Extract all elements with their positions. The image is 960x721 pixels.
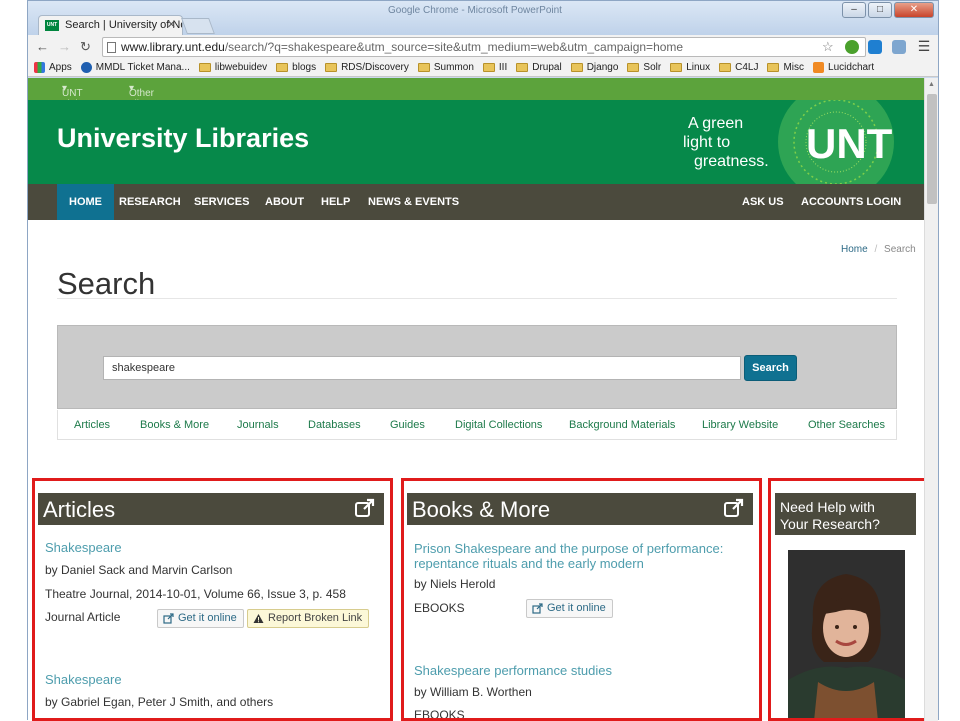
site-title[interactable]: University Libraries bbox=[57, 123, 309, 154]
search-panel: Search bbox=[57, 325, 897, 409]
reload-icon[interactable]: ↻ bbox=[80, 39, 91, 55]
page-icon bbox=[107, 42, 116, 53]
tab-articles[interactable]: Articles bbox=[74, 419, 110, 431]
folder-icon bbox=[276, 63, 289, 72]
apps-icon bbox=[34, 62, 45, 73]
bookmark-misc[interactable]: Misc bbox=[767, 62, 804, 73]
bookmark-django[interactable]: Django bbox=[570, 62, 618, 73]
bookmark-lucidchart[interactable]: Lucidchart bbox=[813, 62, 874, 73]
tab-books-more[interactable]: Books & More bbox=[140, 419, 209, 431]
lucidchart-icon bbox=[813, 62, 825, 73]
slogan-line-3: greatness. bbox=[694, 153, 769, 170]
unt-favicon-icon: UNT bbox=[45, 20, 59, 31]
folder-icon bbox=[670, 63, 683, 72]
minimize-button[interactable]: – bbox=[842, 2, 866, 18]
bookmark-summon[interactable]: Summon bbox=[417, 62, 474, 73]
url-domain: www.library.unt.edu bbox=[121, 40, 225, 54]
nav-services[interactable]: SERVICES bbox=[182, 184, 261, 220]
back-icon[interactable]: ← bbox=[36, 39, 49, 54]
folder-icon bbox=[767, 63, 780, 72]
bookmark-linux[interactable]: Linux bbox=[670, 62, 710, 73]
tab-library-website[interactable]: Library Website bbox=[702, 419, 778, 431]
tab-journals[interactable]: Journals bbox=[237, 419, 279, 431]
title-divider bbox=[57, 298, 897, 299]
window-title: Google Chrome - Microsoft PowerPoint bbox=[388, 5, 562, 16]
browser-window: UNT Search | University of North ✕ Googl… bbox=[27, 0, 939, 721]
search-button[interactable]: Search bbox=[744, 355, 797, 381]
breadcrumb-current: Search bbox=[884, 244, 916, 255]
tab-digital-collections[interactable]: Digital Collections bbox=[455, 419, 542, 431]
title-bar: UNT Search | University of North ✕ Googl… bbox=[28, 1, 938, 35]
folder-icon bbox=[417, 63, 430, 72]
folder-icon bbox=[570, 63, 583, 72]
menu-icon[interactable]: ☰ bbox=[916, 38, 932, 54]
bookmarks-bar: Apps MMDL Ticket Mana... libwebuidev blo… bbox=[28, 59, 938, 77]
unt-slogan-logo: A green light to greatness. UNT bbox=[683, 100, 894, 184]
other-sites-dropdown[interactable]: Other Library Sites ▾ bbox=[129, 83, 160, 121]
utility-strip: UNT Links ▾ Other Library Sites ▾ bbox=[28, 78, 924, 121]
slogan-line-2: light to bbox=[683, 134, 730, 151]
bookmark-solr[interactable]: Solr bbox=[627, 62, 661, 73]
address-bar[interactable]: www.library.unt.edu/search/?q=shakespear… bbox=[102, 37, 866, 57]
folder-icon bbox=[325, 63, 338, 72]
tab-databases[interactable]: Databases bbox=[308, 419, 361, 431]
breadcrumb-home[interactable]: Home bbox=[841, 244, 868, 255]
tab-guides[interactable]: Guides bbox=[390, 419, 425, 431]
forward-icon[interactable]: → bbox=[58, 39, 71, 54]
tab-title: Search | University of North bbox=[65, 19, 182, 31]
slogan-line-1: A green bbox=[688, 115, 743, 132]
web-page: UNT Links ▾ Other Library Sites ▾ Univer… bbox=[28, 78, 924, 721]
bookmark-rds[interactable]: RDS/Discovery bbox=[325, 62, 409, 73]
browser-toolbar: ← → ↻ www.library.unt.edu/search/?q=shak… bbox=[28, 35, 938, 59]
nav-news-events[interactable]: NEWS & EVENTS bbox=[356, 184, 471, 220]
bookmark-drupal[interactable]: Drupal bbox=[516, 62, 562, 73]
page-title: Search bbox=[57, 266, 156, 301]
nav-home[interactable]: HOME bbox=[57, 184, 114, 220]
nav-help[interactable]: HELP bbox=[309, 184, 362, 220]
close-tab-icon[interactable]: ✕ bbox=[167, 18, 176, 31]
browser-tab[interactable]: UNT Search | University of North ✕ bbox=[38, 15, 183, 35]
extension-blue-icon[interactable] bbox=[868, 40, 882, 54]
unt-links-dropdown[interactable]: UNT Links ▾ bbox=[62, 83, 85, 110]
nav-ask-us[interactable]: ASK US bbox=[730, 184, 796, 220]
close-window-button[interactable]: ✕ bbox=[894, 2, 934, 18]
help-highlight-box bbox=[768, 478, 924, 721]
books-highlight-box bbox=[401, 478, 762, 721]
scroll-up-icon[interactable]: ▲ bbox=[928, 81, 935, 88]
tab-background-materials[interactable]: Background Materials bbox=[569, 419, 675, 431]
folder-icon bbox=[482, 63, 495, 72]
search-input[interactable] bbox=[103, 356, 741, 380]
nav-accounts-login[interactable]: ACCOUNTS LOGIN bbox=[789, 184, 913, 220]
new-tab-button[interactable] bbox=[181, 18, 215, 34]
bookmark-c4lj[interactable]: C4LJ bbox=[719, 62, 758, 73]
extension-green-icon[interactable] bbox=[845, 40, 859, 54]
bookmark-mmdl[interactable]: MMDL Ticket Mana... bbox=[80, 62, 190, 73]
tab-other-searches[interactable]: Other Searches bbox=[808, 419, 885, 431]
window-controls: – □ ✕ bbox=[842, 2, 934, 18]
scroll-thumb[interactable] bbox=[927, 94, 937, 204]
bookmark-libwebuidev[interactable]: libwebuidev bbox=[198, 62, 267, 73]
search-scope-tabs: Articles Books & More Journals Databases… bbox=[57, 410, 897, 440]
url-path: /search/?q=shakespeare&utm_source=site&u… bbox=[224, 40, 684, 54]
nav-about[interactable]: ABOUT bbox=[253, 184, 316, 220]
maximize-button[interactable]: □ bbox=[868, 2, 892, 18]
breadcrumb-separator: / bbox=[874, 244, 878, 255]
globe-icon bbox=[80, 62, 92, 73]
main-nav: HOME RESEARCH SERVICES ABOUT HELP NEWS &… bbox=[28, 184, 924, 220]
site-banner: University Libraries A green light to gr… bbox=[28, 100, 924, 184]
bookmark-star-icon[interactable]: ☆ bbox=[822, 39, 834, 55]
folder-icon bbox=[198, 63, 211, 72]
bookmark-apps[interactable]: Apps bbox=[34, 62, 72, 73]
bookmark-iii[interactable]: III bbox=[482, 62, 507, 73]
folder-icon bbox=[719, 63, 732, 72]
breadcrumb: Home / Search bbox=[841, 244, 916, 255]
folder-icon bbox=[627, 63, 640, 72]
vertical-scrollbar[interactable]: ▲ bbox=[924, 78, 938, 721]
bookmark-blogs[interactable]: blogs bbox=[276, 62, 316, 73]
nav-research[interactable]: RESEARCH bbox=[107, 184, 193, 220]
articles-highlight-box bbox=[32, 478, 393, 721]
camera-icon[interactable] bbox=[892, 40, 906, 54]
folder-icon bbox=[516, 63, 529, 72]
unt-logo-text: UNT bbox=[806, 120, 893, 167]
